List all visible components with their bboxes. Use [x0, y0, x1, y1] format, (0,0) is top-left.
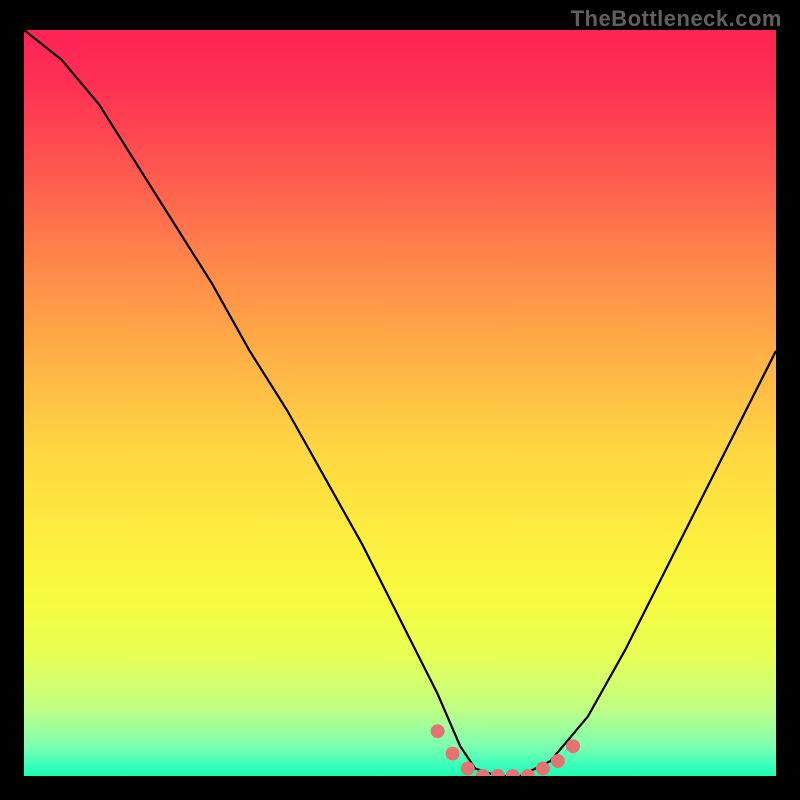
curve-overlay [24, 30, 776, 776]
chart-plot-area [24, 30, 776, 776]
valley-dot [536, 762, 550, 776]
bottleneck-curve [24, 30, 776, 776]
valley-dot [446, 747, 460, 761]
valley-dot [566, 739, 580, 753]
valley-dot [551, 754, 565, 768]
valley-dot [491, 769, 505, 776]
valley-dot [506, 769, 520, 776]
watermark-text: TheBottleneck.com [571, 6, 782, 32]
valley-dot [431, 724, 445, 738]
valley-dot [461, 762, 475, 776]
